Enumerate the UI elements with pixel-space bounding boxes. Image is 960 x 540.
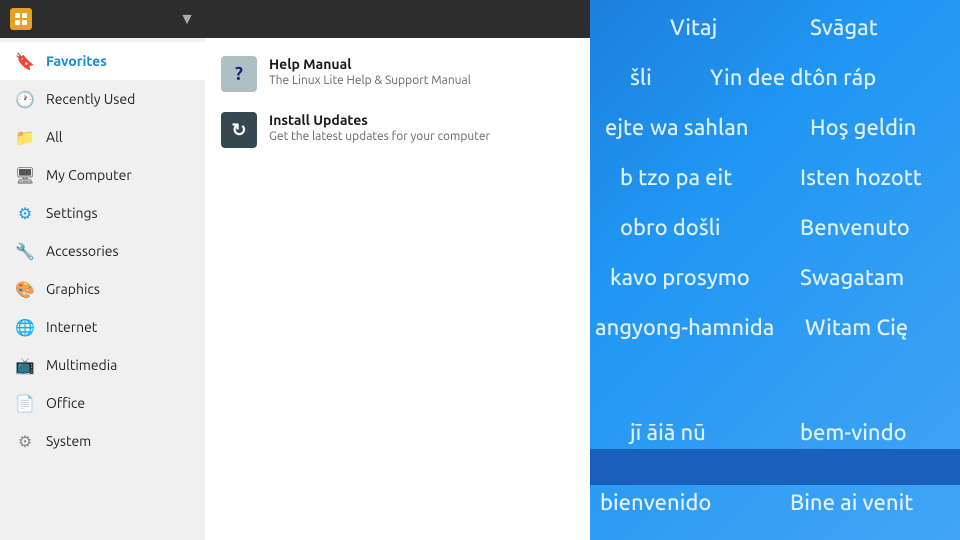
install-updates-icon: ↻ [221, 112, 257, 148]
sidebar-item-recently-used[interactable]: 🕐 Recently Used [0, 80, 205, 118]
content-item-text: Install Updates Get the latest updates fo… [269, 112, 490, 143]
sidebar-item-system[interactable]: ⚙ System [0, 422, 205, 460]
content-item-help-manual[interactable]: ? Help Manual The Linux Lite Help & Suppor… [205, 46, 590, 102]
welcome-word: Witam Cię [805, 315, 908, 340]
sidebar-item-all[interactable]: 📁 All [0, 118, 205, 156]
sidebar-item-label: Recently Used [46, 91, 135, 107]
welcome-word: Svāgat [810, 15, 878, 40]
triangle-decoration: ▼ [179, 10, 195, 29]
welcome-word: šli [630, 65, 652, 90]
content-list: ? Help Manual The Linux Lite Help & Suppor… [205, 38, 590, 166]
app-icon [10, 8, 32, 30]
content-item-title: Install Updates [269, 112, 490, 128]
sidebar-item-settings[interactable]: ⚙ Settings [0, 194, 205, 232]
bookmark-icon: 🔖 [14, 50, 36, 72]
sidebar-item-accessories[interactable]: 🔧 Accessories [0, 232, 205, 270]
welcome-word: Isten hozott [800, 165, 922, 190]
sidebar-item-favorites[interactable]: 🔖 Favorites [0, 42, 205, 80]
office-icon: 📄 [14, 392, 36, 414]
content-item-text: Help Manual The Linux Lite Help & Support… [269, 56, 471, 87]
sidebar-item-label: Office [46, 395, 85, 411]
welcome-word: wa sahlan [650, 115, 749, 140]
sidebar-item-label: Settings [46, 205, 98, 221]
sidebar-item-label: All [46, 129, 62, 145]
content-panel: ? Help Manual The Linux Lite Help & Suppor… [205, 0, 590, 540]
sidebar-item-label: My Computer [46, 167, 132, 183]
welcome-word: Swagatam [800, 265, 904, 290]
sidebar-item-label: Graphics [46, 281, 100, 297]
welcome-word: obro došli [620, 215, 721, 240]
sidebar-item-internet[interactable]: 🌐 Internet [0, 308, 205, 346]
sidebar-item-label: Favorites [46, 53, 107, 69]
welcome-word: bem-vindo [800, 420, 907, 445]
welcome-word: angyong-hamnida [595, 315, 774, 340]
sidebar-item-multimedia[interactable]: 📺 Multimedia [0, 346, 205, 384]
globe-icon: 🌐 [14, 316, 36, 338]
nav-list: 🔖 Favorites 🕐 Recently Used 📁 All 🖥 My Computer… [0, 38, 205, 540]
multimedia-icon: 📺 [14, 354, 36, 376]
sidebar-item-label: System [46, 433, 91, 449]
sidebar-item-my-computer[interactable]: 🖥 My Computer [0, 156, 205, 194]
content-title-bar [205, 0, 590, 38]
sidebar-item-label: Multimedia [46, 357, 117, 373]
welcome-word: bienvenido [600, 490, 711, 515]
content-item-install-updates[interactable]: ↻ Install Updates Get the latest updates f… [205, 102, 590, 158]
welcome-word: b tzo pa eit [620, 165, 732, 190]
welcome-word: Vitaj [670, 15, 717, 40]
system-icon: ⚙ [14, 430, 36, 452]
welcome-word: jī āiā nū [630, 420, 706, 445]
clock-icon: 🕐 [14, 88, 36, 110]
welcome-word: Hoş geldin [810, 115, 916, 140]
folder-icon: 📁 [14, 126, 36, 148]
sidebar: ▼ 🔖 Favorites 🕐 Recently Used 📁 All 🖥 My Comput… [0, 0, 205, 540]
graphics-icon: 🎨 [14, 278, 36, 300]
sidebar-item-label: Accessories [46, 243, 119, 259]
sidebar-item-label: Internet [46, 319, 97, 335]
tools-icon: 🔧 [14, 240, 36, 262]
sidebar-item-office[interactable]: 📄 Office [0, 384, 205, 422]
help-manual-icon: ? [221, 56, 257, 92]
welcome-word: Yin dee dtôn ráp [710, 65, 876, 90]
content-item-title: Help Manual [269, 56, 471, 72]
welcome-word: kavo prosymo [610, 265, 750, 290]
gear-icon: ⚙ [14, 202, 36, 224]
title-bar: ▼ [0, 0, 205, 38]
monitor-icon: 🖥 [14, 164, 36, 186]
content-item-description: Get the latest updates for your computer [269, 130, 490, 143]
sidebar-item-graphics[interactable]: 🎨 Graphics [0, 270, 205, 308]
welcome-word: ejte [605, 115, 644, 140]
welcome-word: Bine ai venit [790, 490, 913, 515]
content-item-description: The Linux Lite Help & Support Manual [269, 74, 471, 87]
welcome-word: Benvenuto [800, 215, 910, 240]
